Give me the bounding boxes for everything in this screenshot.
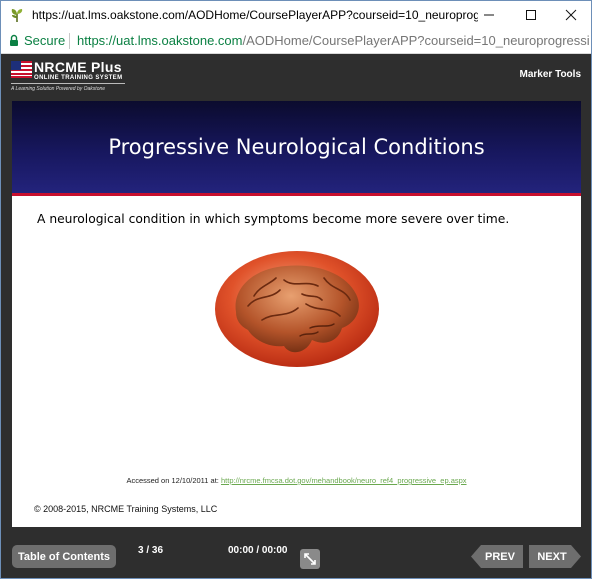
us-flag-icon [11, 61, 32, 78]
plant-icon [11, 9, 23, 22]
fullscreen-button[interactable] [300, 549, 320, 569]
marker-tools-button[interactable]: Marker Tools [520, 69, 582, 80]
minimize-button[interactable] [469, 1, 509, 29]
url-text[interactable]: https://uat.lms.oakstone.com/AODHome/Cou… [77, 33, 589, 48]
window-title: https://uat.lms.oakstone.com/AODHome/Cou… [32, 8, 478, 22]
slide-description: A neurological condition in which sympto… [37, 212, 510, 226]
close-icon [565, 9, 577, 21]
address-bar[interactable]: Secure https://uat.lms.oakstone.com/AODH… [1, 29, 591, 54]
citation-prefix: Accessed on 12/10/2011 at: [126, 476, 219, 485]
time-indicator: 00:00 / 00:00 [228, 545, 288, 556]
maximize-button[interactable] [511, 1, 551, 29]
logo-subtitle: ONLINE TRAINING SYSTEM [34, 75, 123, 81]
course-player: NRCME Plus ONLINE TRAINING SYSTEM A Lear… [1, 54, 591, 578]
citation: Accessed on 12/10/2011 at: http://nrcme.… [12, 476, 581, 485]
citation-link[interactable]: http://nrcme.fmcsa.dot.gov/mehandbook/ne… [221, 476, 467, 485]
table-of-contents-button[interactable]: Table of Contents [12, 545, 116, 568]
page-indicator: 3 / 36 [138, 545, 164, 556]
address-divider [69, 33, 70, 49]
expand-icon [304, 553, 316, 565]
lock-icon [10, 34, 18, 46]
nrcme-logo: NRCME Plus ONLINE TRAINING SYSTEM A Lear… [11, 59, 129, 96]
slide-content: Progressive Neurological Conditions A ne… [12, 101, 581, 527]
prev-button[interactable]: PREV [471, 545, 523, 568]
brain-illustration [215, 251, 379, 367]
title-bar: https://uat.lms.oakstone.com/AODHome/Cou… [1, 1, 591, 29]
url-host: https://uat.lms.oakstone.com [77, 33, 243, 48]
close-button[interactable] [551, 1, 591, 29]
secure-label: Secure [24, 33, 66, 48]
logo-brand: NRCME Plus [34, 59, 122, 75]
copyright-text: © 2008-2015, NRCME Training Systems, LLC [34, 504, 218, 514]
minimize-icon [484, 14, 494, 16]
maximize-icon [526, 10, 536, 20]
logo-tagline: A Learning Solution Powered by Oakstone [11, 86, 106, 92]
browser-window: https://uat.lms.oakstone.com/AODHome/Cou… [0, 0, 592, 579]
logo-divider [11, 83, 125, 84]
url-path: /AODHome/CoursePlayerAPP?courseid=10_neu… [242, 33, 589, 48]
next-button[interactable]: NEXT [529, 545, 581, 568]
slide-banner: Progressive Neurological Conditions [12, 101, 581, 196]
slide-title: Progressive Neurological Conditions [108, 135, 485, 159]
